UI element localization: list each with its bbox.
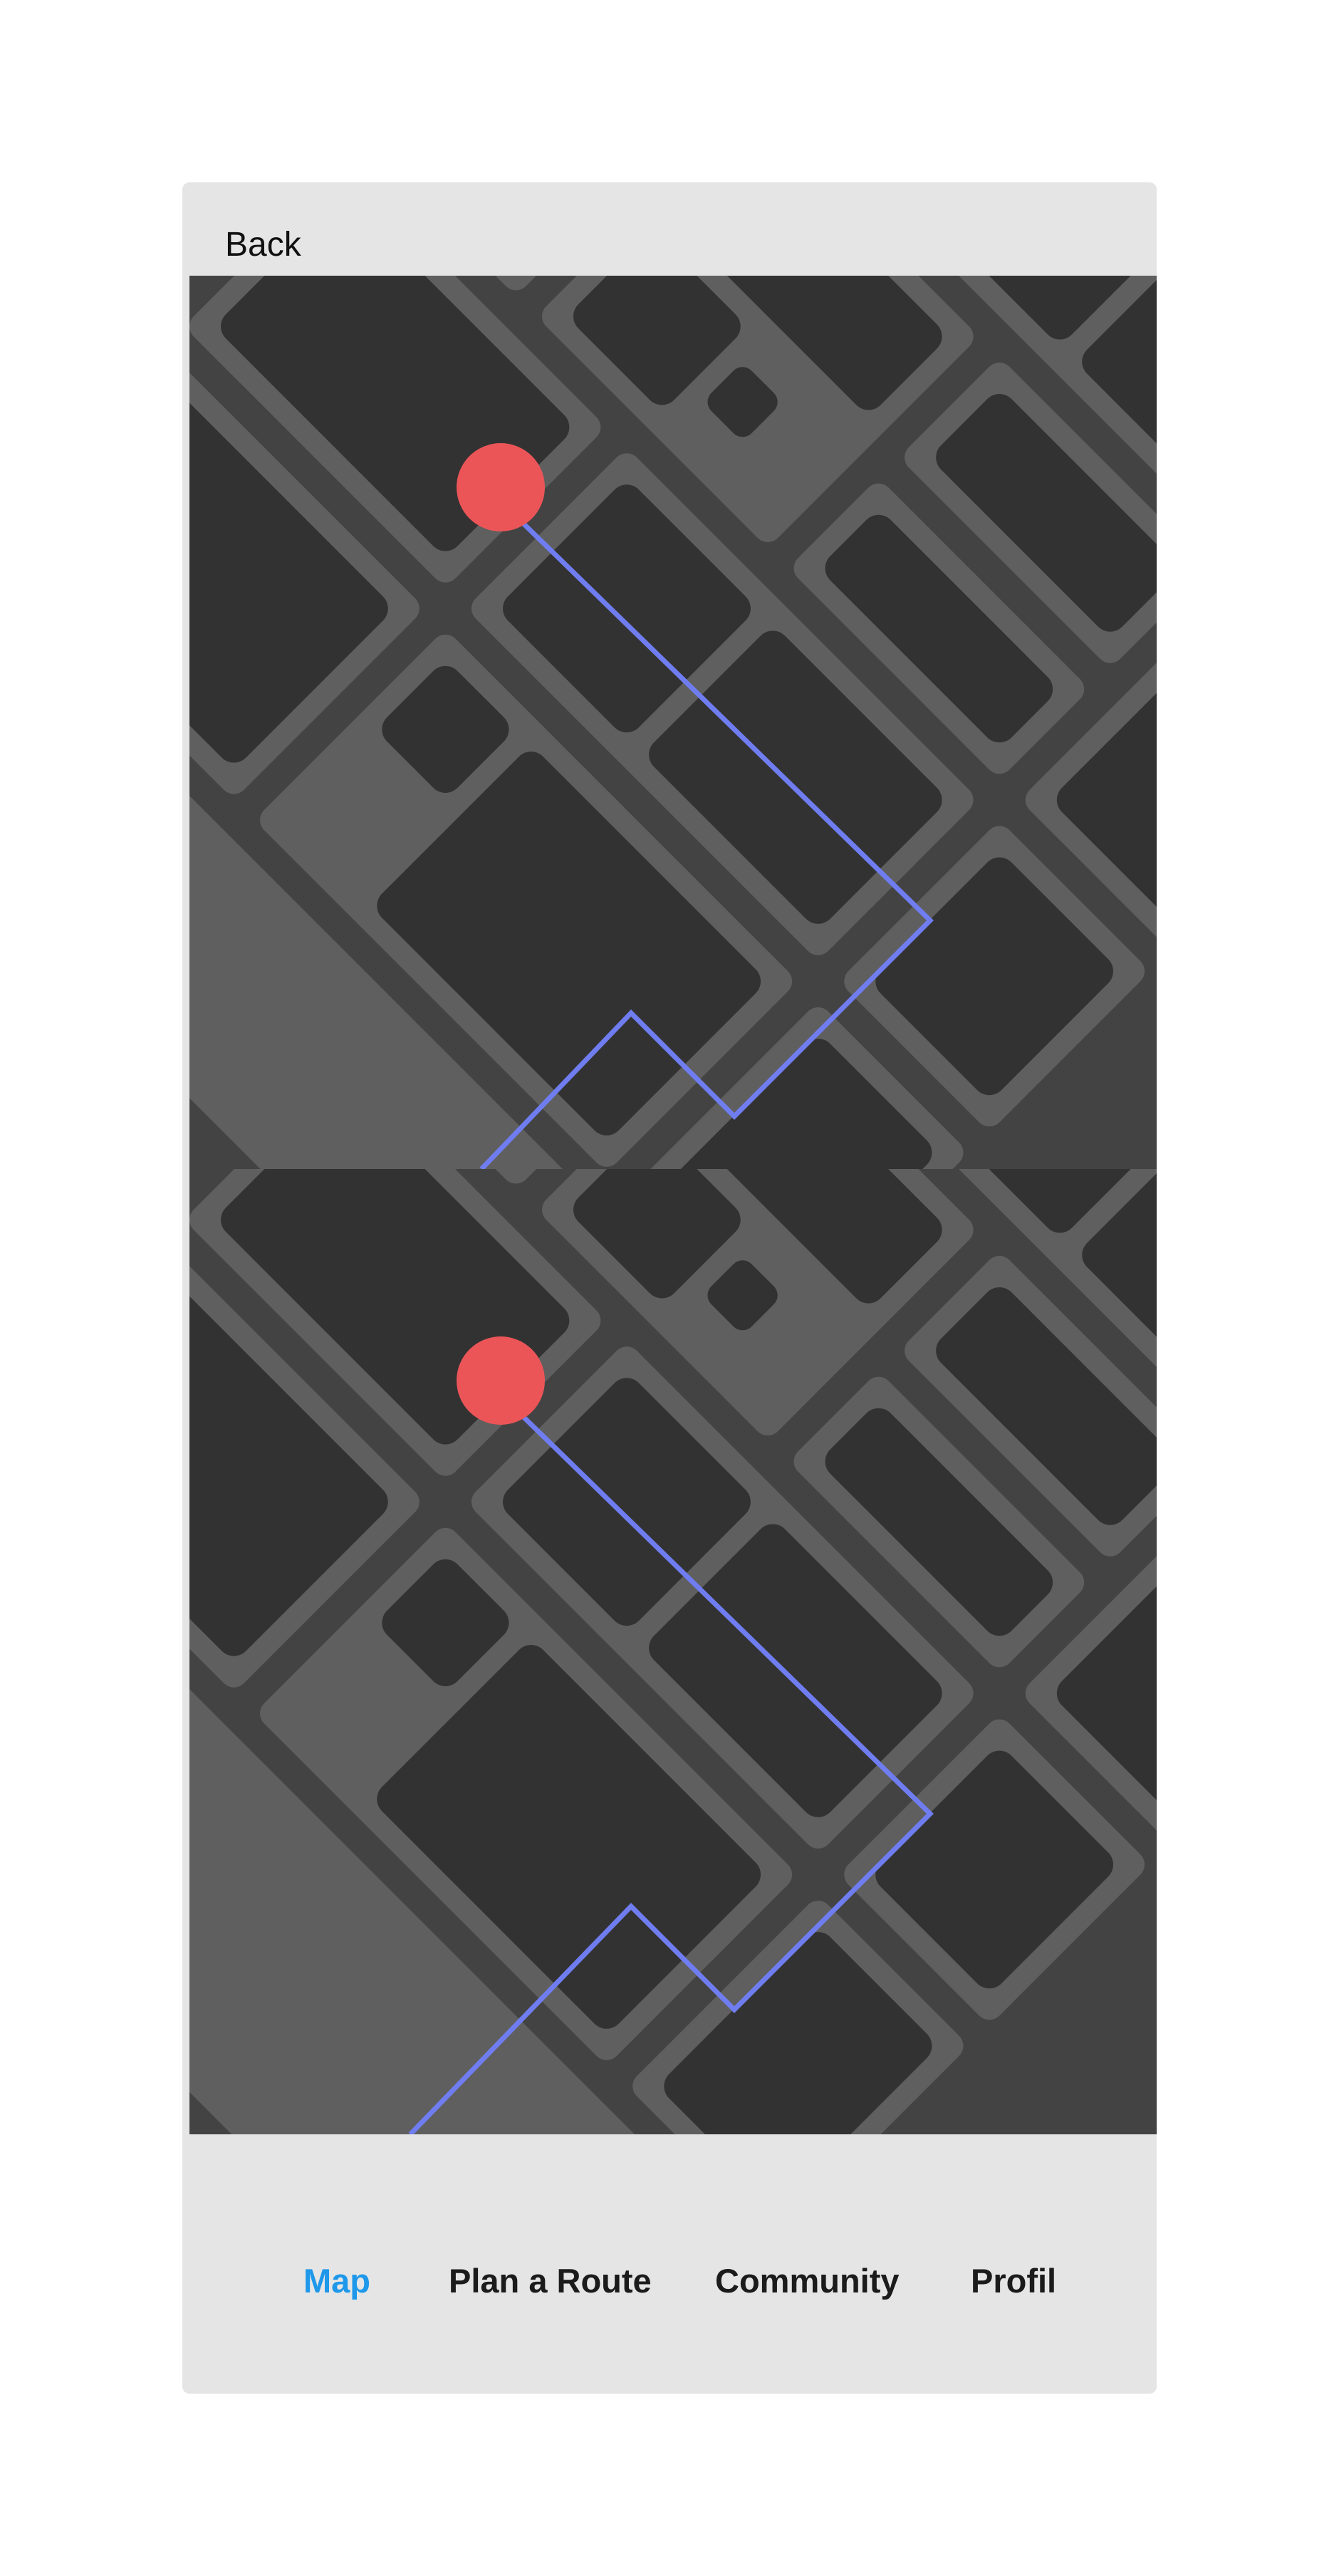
map-tile bbox=[189, 276, 1157, 1169]
tab-profil[interactable]: Profil bbox=[971, 2261, 1056, 2300]
map-view[interactable] bbox=[189, 276, 1157, 2134]
tab-plan-a-route[interactable]: Plan a Route bbox=[449, 2261, 652, 2300]
tab-community[interactable]: Community bbox=[715, 2261, 900, 2300]
map-tile bbox=[189, 1169, 1157, 2134]
start-pin bbox=[457, 1336, 545, 1425]
tab-bar: Map Plan a Route Community Profil bbox=[182, 2134, 1157, 2394]
tab-map[interactable]: Map bbox=[303, 2261, 370, 2300]
app-screen: Back Map Plan a Route Community Profil bbox=[182, 182, 1157, 2394]
back-button[interactable]: Back bbox=[225, 225, 301, 264]
start-pin bbox=[457, 443, 545, 531]
